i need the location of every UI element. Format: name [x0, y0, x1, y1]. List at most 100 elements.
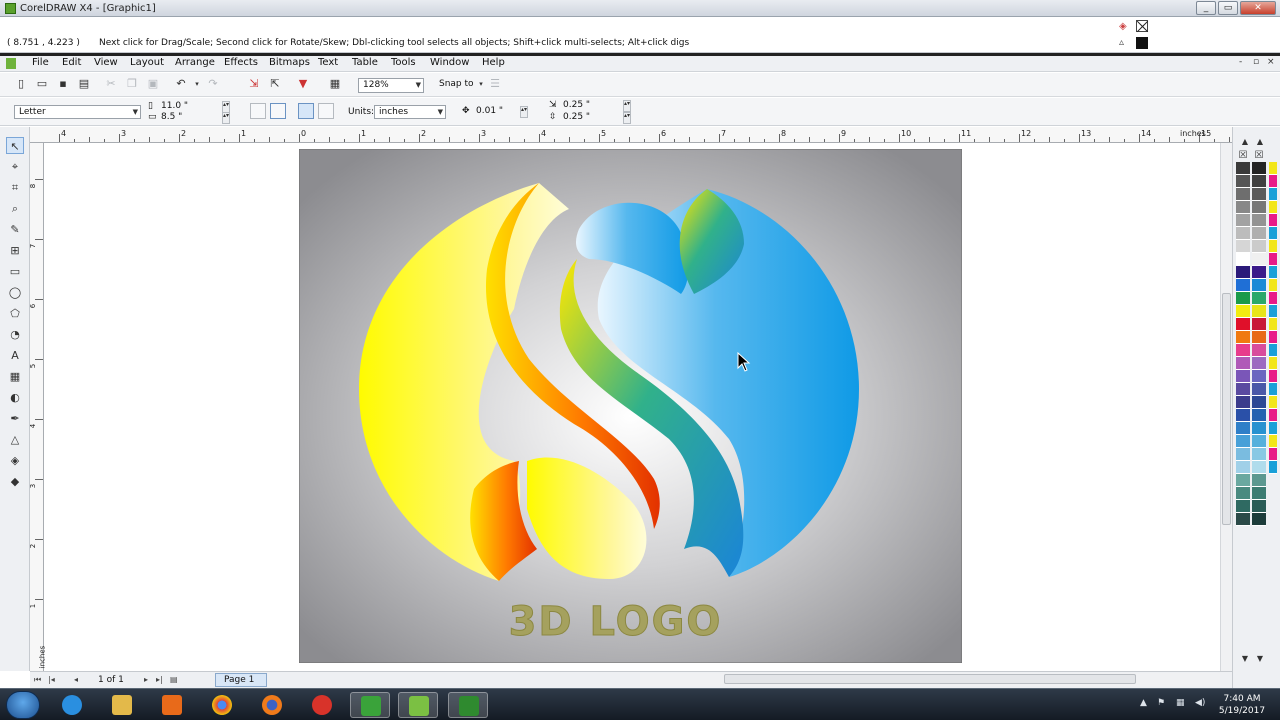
- palette-color-swatch[interactable]: [1236, 435, 1250, 448]
- taskbar-firefox[interactable]: [252, 692, 292, 718]
- palette-color-swatch[interactable]: [1269, 214, 1277, 227]
- vertical-scrollbar[interactable]: [1220, 143, 1232, 671]
- paper-size-dropdown[interactable]: Letter ▼: [14, 105, 141, 119]
- palette-color-swatch[interactable]: [1236, 396, 1250, 409]
- fill-none-swatch[interactable]: [1136, 20, 1148, 32]
- palette-color-swatch[interactable]: [1252, 214, 1266, 227]
- tray-chevron-icon[interactable]: ▲: [1140, 698, 1147, 708]
- palette-color-swatch[interactable]: [1269, 175, 1277, 188]
- taskbar-file-explorer[interactable]: [102, 692, 142, 718]
- palette-color-swatch[interactable]: [1252, 162, 1266, 175]
- taskbar-camtasia[interactable]: [350, 692, 390, 718]
- menu-table[interactable]: Table: [352, 57, 378, 68]
- menu-edit[interactable]: Edit: [62, 57, 81, 68]
- vertical-ruler[interactable]: 8 7 6 5 4 3 2 1 inches: [29, 143, 46, 671]
- palette-color-swatch[interactable]: [1236, 461, 1250, 474]
- logo-title-text[interactable]: 3D LOGO: [299, 599, 932, 646]
- palette-color-swatch[interactable]: [1236, 253, 1250, 266]
- duplicate-x-stepper[interactable]: ▴▾: [623, 100, 631, 112]
- palette-color-swatch[interactable]: [1269, 409, 1277, 422]
- tray-volume-icon[interactable]: ◀): [1195, 698, 1205, 708]
- snap-dropdown-icon[interactable]: ▾: [474, 77, 488, 91]
- menu-window[interactable]: Window: [430, 57, 469, 68]
- horizontal-scrollbar-thumb[interactable]: [724, 674, 1136, 684]
- palette-color-swatch[interactable]: [1269, 162, 1277, 175]
- add-page-icon[interactable]: ▤: [170, 675, 178, 684]
- freehand-tool-icon[interactable]: ✎: [6, 221, 24, 238]
- palette-color-swatch[interactable]: [1236, 331, 1250, 344]
- zoom-level-dropdown[interactable]: 128% ▼: [358, 78, 424, 93]
- page-width-field[interactable]: 11.0 ": [161, 101, 188, 111]
- previous-page-icon[interactable]: ◂: [74, 675, 78, 684]
- duplicate-y-stepper[interactable]: ▴▾: [623, 112, 631, 124]
- palette-color-swatch[interactable]: [1269, 331, 1277, 344]
- nudge-distance-field[interactable]: 0.01 ": [476, 106, 503, 116]
- palette-color-swatch[interactable]: [1236, 318, 1250, 331]
- palette-color-swatch[interactable]: [1252, 513, 1266, 526]
- print-icon[interactable]: ▤: [77, 77, 91, 91]
- duplicate-y-field[interactable]: 0.25 ": [563, 112, 590, 122]
- palette-color-swatch[interactable]: [1236, 266, 1250, 279]
- palette-color-swatch[interactable]: [1269, 240, 1277, 253]
- menu-effects[interactable]: Effects: [224, 57, 258, 68]
- eyedropper-tool-icon[interactable]: ✒: [6, 410, 24, 427]
- palette-color-swatch[interactable]: [1252, 331, 1266, 344]
- palette-color-swatch[interactable]: [1252, 318, 1266, 331]
- palette-color-swatch[interactable]: [1236, 383, 1250, 396]
- palette-color-swatch[interactable]: [1269, 448, 1277, 461]
- no-color-swatch-icon[interactable]: ☒: [1252, 149, 1266, 163]
- palette-color-swatch[interactable]: [1252, 474, 1266, 487]
- shape-tool-icon[interactable]: ⌖: [6, 158, 24, 175]
- vertical-scrollbar-thumb[interactable]: [1222, 293, 1231, 525]
- palette-color-swatch[interactable]: [1236, 201, 1250, 214]
- fill-tool-icon[interactable]: ◈: [6, 452, 24, 469]
- menu-file[interactable]: File: [32, 57, 49, 68]
- undo-dropdown-icon[interactable]: ▾: [190, 77, 204, 91]
- palette-color-swatch[interactable]: [1269, 461, 1277, 474]
- all-pages-button[interactable]: [298, 103, 314, 119]
- palette-color-swatch[interactable]: [1252, 266, 1266, 279]
- palette-color-swatch[interactable]: [1252, 253, 1266, 266]
- palette-color-swatch[interactable]: [1269, 344, 1277, 357]
- basic-shapes-tool-icon[interactable]: ◔: [6, 326, 24, 343]
- palette-color-swatch[interactable]: [1236, 175, 1250, 188]
- page-artwork[interactable]: [299, 149, 962, 663]
- close-button[interactable]: ✕: [1240, 1, 1276, 15]
- palette-color-swatch[interactable]: [1252, 448, 1266, 461]
- palette-color-swatch[interactable]: [1269, 266, 1277, 279]
- new-document-icon[interactable]: ▯: [14, 77, 28, 91]
- nudge-stepper[interactable]: ▴▾: [520, 106, 528, 118]
- doc-close-button[interactable]: ×: [1267, 57, 1275, 67]
- palette-color-swatch[interactable]: [1269, 253, 1277, 266]
- menu-text[interactable]: Text: [318, 57, 338, 68]
- palette-color-swatch[interactable]: [1236, 305, 1250, 318]
- palette-color-swatch[interactable]: [1252, 409, 1266, 422]
- palette-scroll-up-icon[interactable]: ▲: [1238, 135, 1252, 149]
- taskbar-media-player[interactable]: [152, 692, 192, 718]
- palette-column-1[interactable]: [1236, 162, 1250, 526]
- horizontal-ruler[interactable]: 4 3 2 1 0 1 2 3 4 5 6 7 8 9 10 11 12 13 14 15 inches: [30, 127, 1245, 143]
- palette-color-swatch[interactable]: [1252, 487, 1266, 500]
- palette-color-swatch[interactable]: [1252, 305, 1266, 318]
- taskbar-app-red[interactable]: [302, 692, 342, 718]
- doc-minimize-button[interactable]: -: [1239, 57, 1242, 67]
- palette-color-swatch[interactable]: [1236, 500, 1250, 513]
- table-tool-icon[interactable]: ▦: [6, 368, 24, 385]
- palette-color-swatch[interactable]: [1252, 422, 1266, 435]
- rectangle-tool-icon[interactable]: ▭: [6, 263, 24, 280]
- menu-bitmaps[interactable]: Bitmaps: [269, 57, 310, 68]
- taskbar-internet-explorer[interactable]: [52, 692, 92, 718]
- ellipse-tool-icon[interactable]: ◯: [6, 284, 24, 301]
- palette-color-swatch[interactable]: [1252, 227, 1266, 240]
- taskbar-camtasia-recorder[interactable]: [448, 692, 488, 718]
- palette-color-swatch[interactable]: [1252, 461, 1266, 474]
- save-icon[interactable]: ▪: [56, 77, 70, 91]
- crop-tool-icon[interactable]: ⌗: [6, 179, 24, 196]
- text-tool-icon[interactable]: A: [6, 347, 24, 364]
- taskbar-chrome[interactable]: [202, 692, 242, 718]
- palette-color-swatch[interactable]: [1252, 500, 1266, 513]
- palette-color-swatch[interactable]: [1269, 383, 1277, 396]
- palette-color-swatch[interactable]: [1269, 422, 1277, 435]
- palette-color-swatch[interactable]: [1269, 396, 1277, 409]
- menu-view[interactable]: View: [94, 57, 118, 68]
